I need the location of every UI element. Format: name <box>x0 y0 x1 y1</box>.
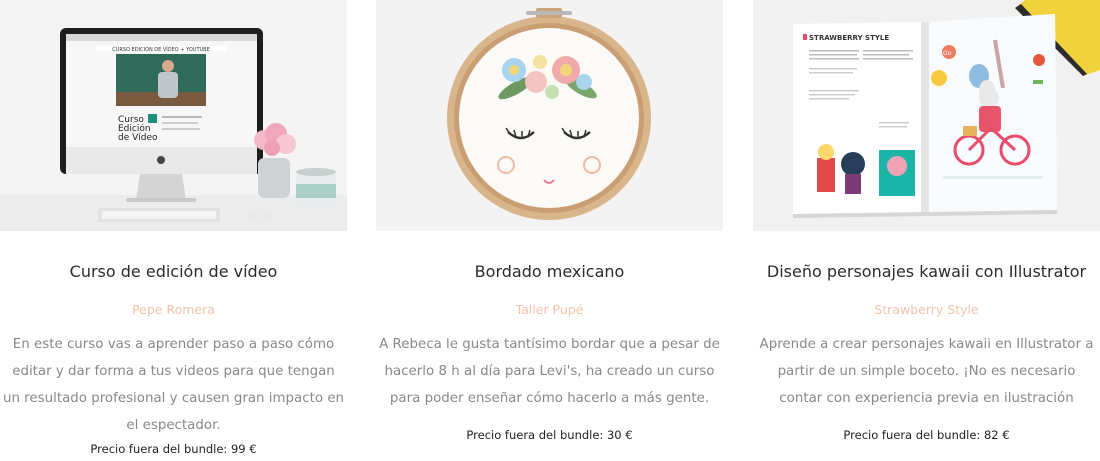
course-card-video-editing: CURSO EDICIÓN DE VÍDEO + YOUTUBE Curso E… <box>0 0 347 461</box>
course-grid: CURSO EDICIÓN DE VÍDEO + YOUTUBE Curso E… <box>0 0 1100 461</box>
course-image-video-editing[interactable]: CURSO EDICIÓN DE VÍDEO + YOUTUBE Curso E… <box>0 0 347 231</box>
course-price: Precio fuera del bundle: 99 € <box>90 442 257 456</box>
svg-text:Go: Go <box>943 50 952 57</box>
imac-desk-photo: CURSO EDICIÓN DE VÍDEO + YOUTUBE Curso E… <box>0 0 347 231</box>
course-description: Aprende a crear personajes kawaii en Ill… <box>759 337 1094 406</box>
svg-text:de Vídeo: de Vídeo <box>118 133 158 143</box>
open-book-photo: STRAWBERRY STYLE Go <box>753 0 1100 231</box>
course-image-kawaii-illustrator[interactable]: STRAWBERRY STYLE Go <box>753 0 1100 231</box>
course-card-kawaii-illustrator: STRAWBERRY STYLE Go Diseño personajes ka… <box>753 0 1100 461</box>
course-card-embroidery: Bordado mexicano Taller Pupé A Rebeca le… <box>376 0 723 461</box>
course-author[interactable]: Pepe Romera <box>0 302 347 317</box>
svg-text:STRAWBERRY STYLE: STRAWBERRY STYLE <box>809 34 889 42</box>
course-title[interactable]: Curso de edición de vídeo <box>0 262 357 281</box>
course-author[interactable]: Strawberry Style <box>753 302 1100 317</box>
embroidery-hoop-photo <box>376 0 723 231</box>
course-description: En este curso vas a aprender paso a paso… <box>2 337 345 433</box>
course-title[interactable]: Bordado mexicano <box>366 262 733 281</box>
course-author[interactable]: Taller Pupé <box>376 302 723 317</box>
course-price: Precio fuera del bundle: 30 € <box>466 428 633 442</box>
course-image-embroidery[interactable] <box>376 0 723 231</box>
svg-text:CURSO EDICIÓN DE VÍDEO + YOUTU: CURSO EDICIÓN DE VÍDEO + YOUTUBE <box>112 46 210 53</box>
course-price: Precio fuera del bundle: 82 € <box>843 428 1010 442</box>
course-description: A Rebeca le gusta tantísimo bordar que a… <box>379 337 720 406</box>
course-title[interactable]: Diseño personajes kawaii con Illustrator <box>743 262 1100 281</box>
